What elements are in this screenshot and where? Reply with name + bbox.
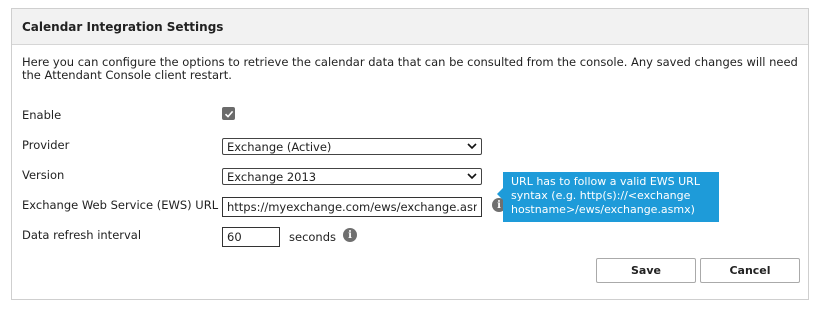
version-select[interactable]: Exchange 2013 (222, 168, 482, 185)
panel-description: Here you can configure the options to re… (22, 55, 798, 82)
ews-url-tooltip: URL has to follow a valid EWS URL syntax… (503, 172, 719, 222)
chevron-down-icon (467, 172, 477, 182)
panel-title: Calendar Integration Settings (12, 9, 808, 45)
enable-label: Enable (22, 108, 62, 122)
version-label: Version (22, 168, 65, 182)
save-button[interactable]: Save (596, 258, 696, 283)
provider-value: Exchange (Active) (227, 139, 332, 154)
refresh-unit: seconds (289, 230, 337, 244)
chevron-down-icon (467, 142, 477, 152)
info-icon[interactable]: i (343, 228, 357, 242)
provider-select[interactable]: Exchange (Active) (222, 138, 482, 155)
enable-checkbox[interactable] (222, 107, 235, 120)
provider-label: Provider (22, 138, 70, 152)
check-icon (224, 110, 233, 118)
cancel-button[interactable]: Cancel (700, 258, 800, 283)
refresh-interval-label: Data refresh interval (22, 228, 142, 242)
ews-url-input[interactable] (222, 197, 482, 217)
calendar-settings-panel: Calendar Integration Settings Here you c… (11, 8, 809, 300)
ews-url-label: Exchange Web Service (EWS) URL (22, 198, 219, 212)
version-value: Exchange 2013 (227, 169, 317, 184)
refresh-interval-input[interactable] (222, 227, 280, 247)
